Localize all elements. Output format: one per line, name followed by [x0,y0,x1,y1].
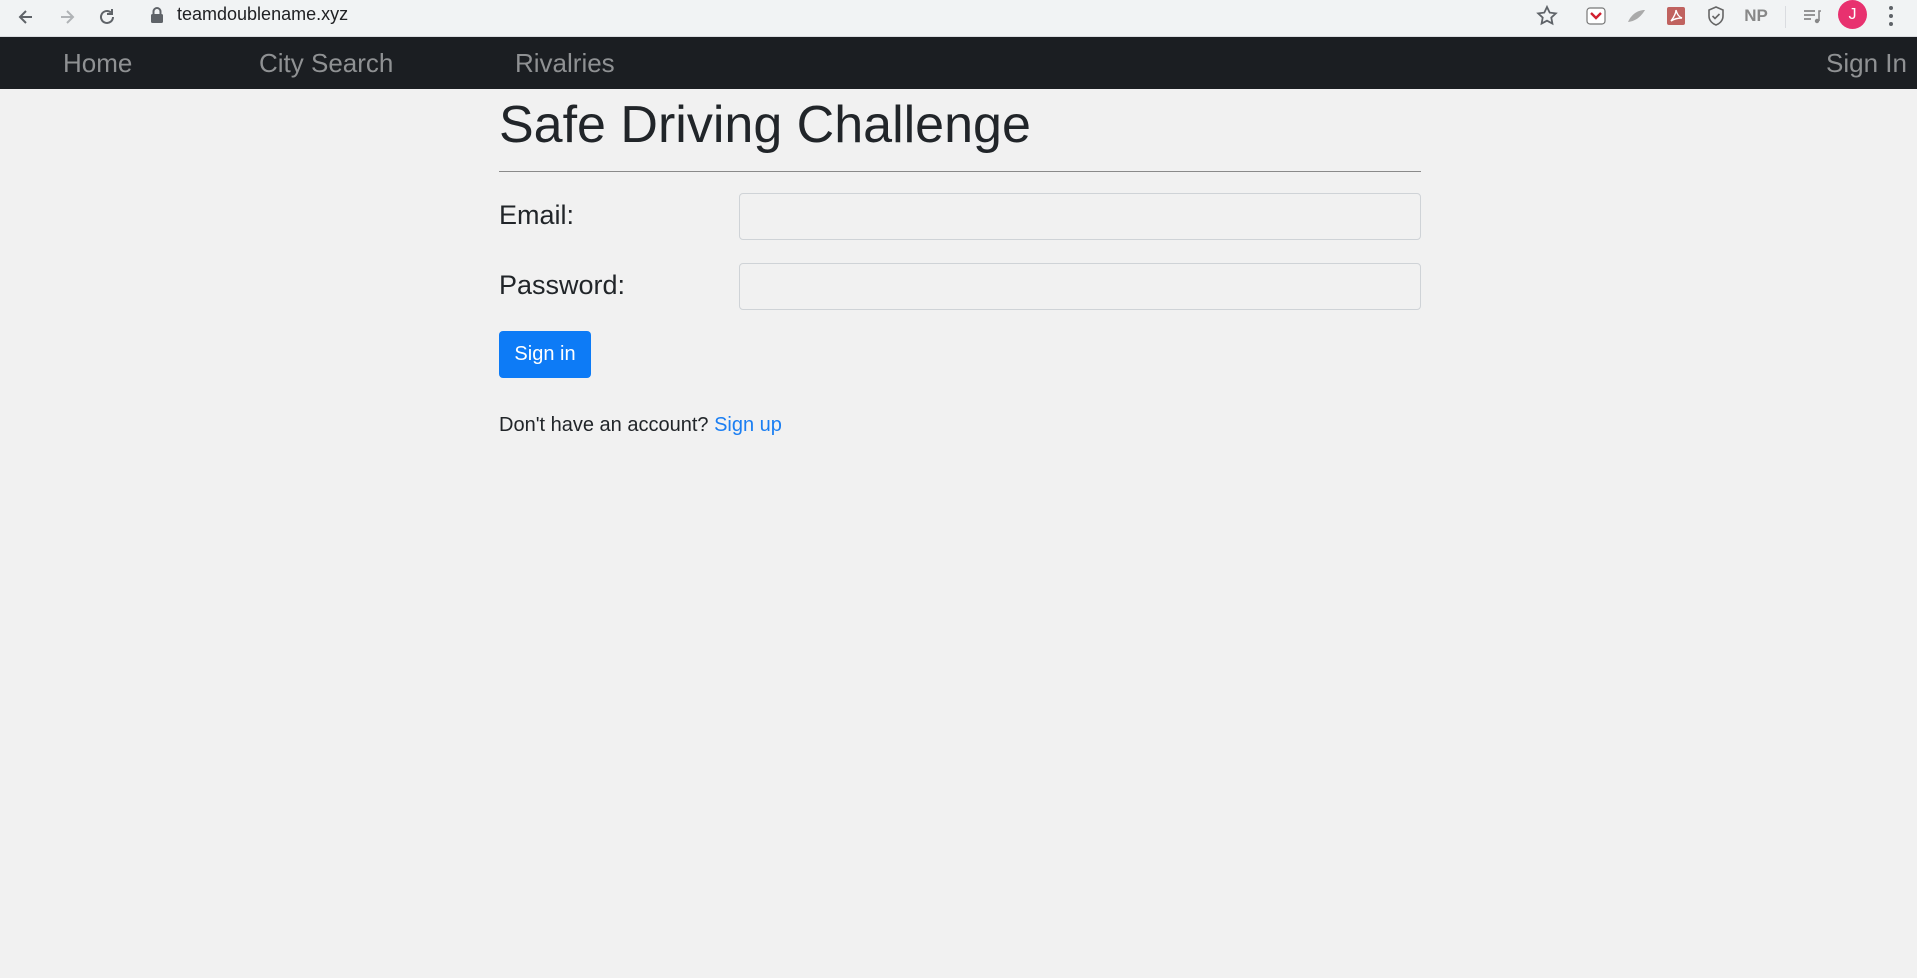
nav-link-home[interactable]: Home [63,47,132,79]
email-row: Email: [499,193,1421,240]
browser-menu-icon[interactable] [1882,2,1900,30]
media-playlist-icon[interactable] [1799,3,1825,29]
arrow-right-icon [61,10,75,24]
arrow-left-icon [18,10,32,24]
back-button[interactable] [12,3,40,31]
browser-toolbar: teamdoublename.xyz NP J [0,0,1917,37]
forward-button[interactable] [53,3,81,31]
email-label: Email: [499,200,575,230]
nav-link-sign-in[interactable]: Sign In [1826,47,1907,79]
reload-icon [100,9,114,24]
np-extension-icon[interactable]: NP [1743,3,1769,29]
no-account-text: Don't have an account? [499,414,709,436]
pdf-extension-icon[interactable] [1663,3,1689,29]
address-bar-url[interactable]: teamdoublename.xyz [177,3,348,25]
profile-avatar[interactable]: J [1838,0,1867,29]
sign-in-button[interactable]: Sign in [499,331,591,378]
nav-link-city-search[interactable]: City Search [259,47,393,79]
page-title: Safe Driving Challenge [499,96,1031,154]
password-field[interactable] [739,263,1421,310]
email-field[interactable] [739,193,1421,240]
password-label: Password: [499,270,626,300]
signup-prompt: Don't have an account? Sign up [499,412,782,438]
title-divider [499,171,1421,172]
feather-extension-icon[interactable] [1623,3,1649,29]
signin-form-container: Safe Driving Challenge Email: Password: … [499,89,1421,436]
password-row: Password: [499,263,1421,310]
toolbar-divider [1785,6,1786,28]
nav-link-rivalries[interactable]: Rivalries [515,47,615,79]
site-navbar: Home City Search Rivalries Sign In [0,37,1917,89]
shield-extension-icon[interactable] [1703,3,1729,29]
sign-up-link[interactable]: Sign up [714,414,782,436]
reload-button[interactable] [93,3,121,31]
pocket-extension-icon[interactable] [1583,3,1609,29]
bookmark-star-icon[interactable] [1534,3,1560,29]
lock-icon [151,7,163,23]
